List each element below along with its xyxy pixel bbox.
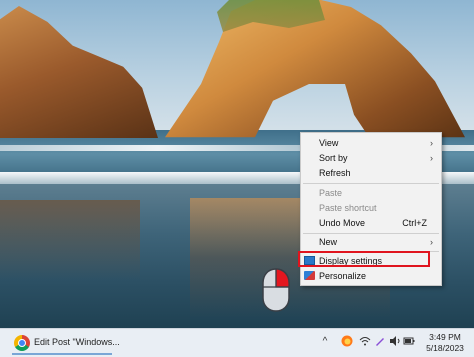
menu-item-label: Sort by bbox=[319, 153, 348, 163]
shortcut-text: Ctrl+Z bbox=[402, 218, 427, 228]
system-clock[interactable]: 3:49 PM 5/18/2023 bbox=[420, 332, 470, 354]
menu-item-refresh[interactable]: Refresh bbox=[301, 166, 441, 180]
mouse-right-click-icon bbox=[262, 268, 290, 312]
chevron-right-icon: › bbox=[430, 237, 433, 247]
firefox-icon[interactable] bbox=[340, 335, 354, 349]
chevron-right-icon: › bbox=[430, 153, 433, 163]
chevron-right-icon: › bbox=[430, 138, 433, 148]
menu-item-label: Refresh bbox=[319, 168, 351, 178]
menu-separator bbox=[303, 233, 439, 234]
menu-item-personalize[interactable]: Personalize bbox=[301, 269, 441, 283]
menu-item-label: Paste shortcut bbox=[319, 203, 377, 213]
menu-item-sort-by[interactable]: Sort by › bbox=[301, 151, 441, 165]
taskbar-app-button[interactable]: Edit Post "Windows... bbox=[12, 332, 120, 355]
menu-item-new[interactable]: New › bbox=[301, 235, 441, 249]
wifi-icon[interactable] bbox=[358, 335, 372, 349]
highlight-box bbox=[298, 251, 430, 267]
speaker-icon[interactable] bbox=[388, 335, 402, 349]
menu-item-paste-shortcut: Paste shortcut bbox=[301, 201, 441, 215]
chrome-icon bbox=[14, 335, 30, 351]
menu-item-label: Paste bbox=[319, 188, 343, 198]
battery-icon[interactable] bbox=[402, 335, 416, 349]
taskbar: Edit Post "Windows... ^ 3:49 PM 5/18/202… bbox=[0, 328, 474, 357]
clock-time: 3:49 PM bbox=[429, 332, 461, 342]
menu-item-paste: Paste bbox=[301, 186, 441, 200]
menu-item-label: Undo Move bbox=[319, 218, 366, 228]
menu-item-view[interactable]: View › bbox=[301, 136, 441, 150]
active-indicator bbox=[12, 353, 112, 355]
menu-item-label: View bbox=[319, 138, 339, 148]
menu-item-label: Personalize bbox=[319, 271, 367, 281]
clock-date: 5/18/2023 bbox=[426, 343, 464, 353]
chevron-up-icon[interactable]: ^ bbox=[318, 335, 332, 349]
rock-reflection-left bbox=[0, 200, 140, 280]
taskbar-app-label: Edit Post "Windows... bbox=[34, 337, 120, 347]
menu-separator bbox=[303, 183, 439, 184]
menu-item-undo-move[interactable]: Undo Move Ctrl+Z bbox=[301, 216, 441, 230]
menu-item-label: New bbox=[319, 237, 338, 247]
pen-icon[interactable] bbox=[373, 335, 387, 349]
personalize-icon bbox=[304, 271, 315, 280]
